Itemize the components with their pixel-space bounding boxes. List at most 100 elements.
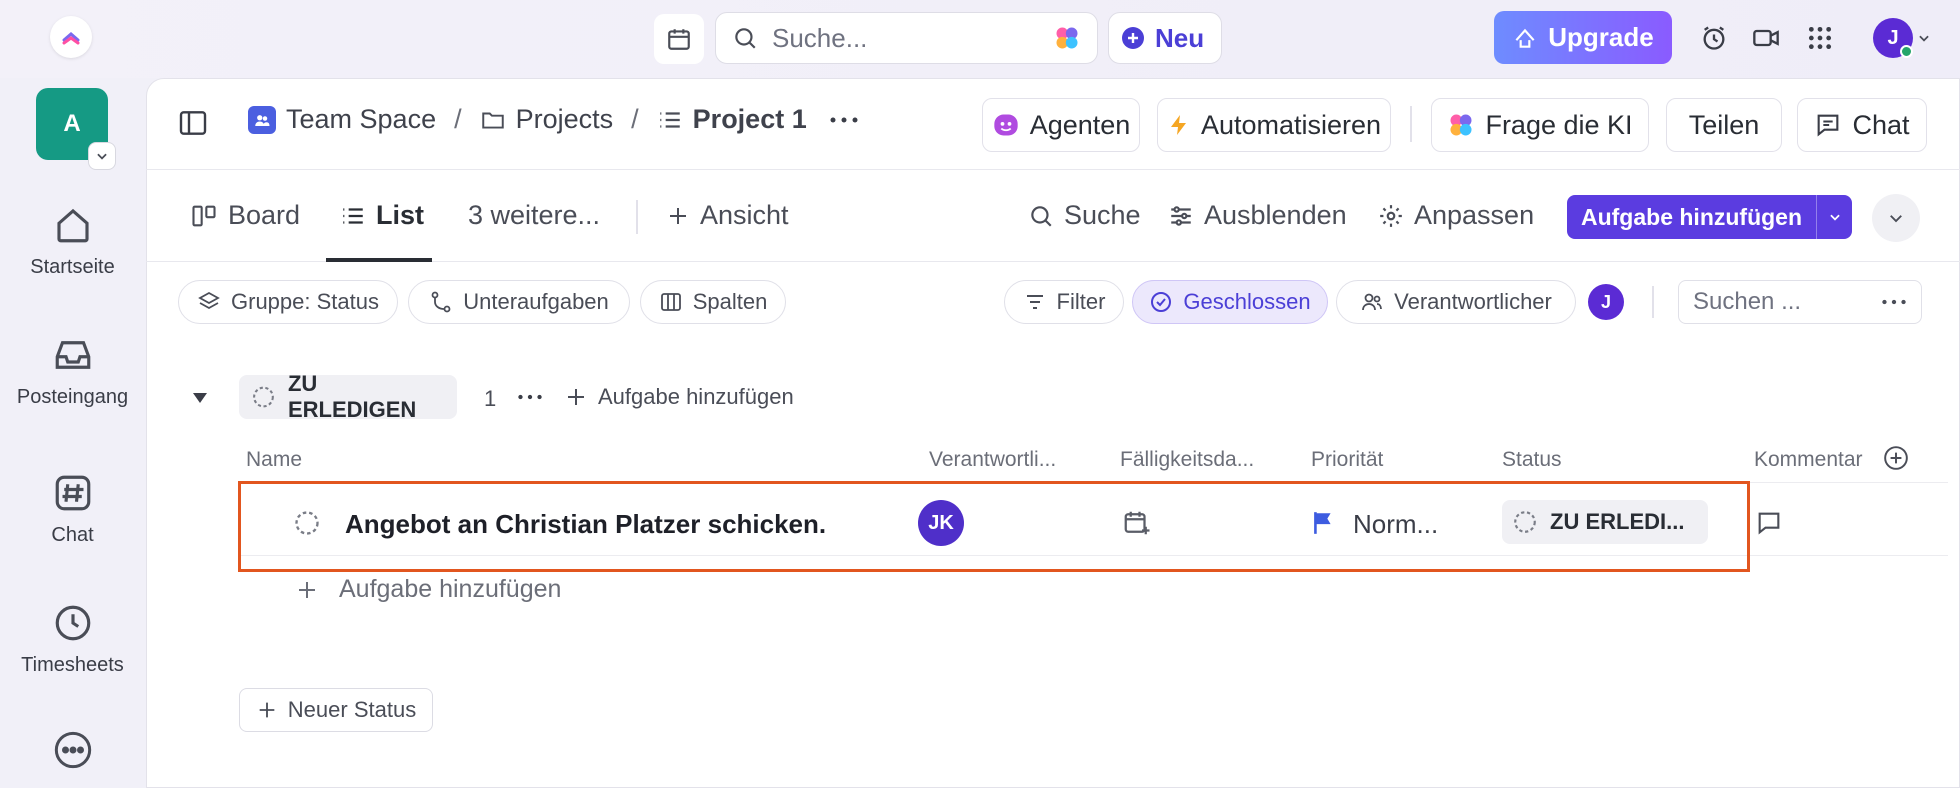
customize-button[interactable]: Anpassen xyxy=(1378,200,1534,231)
agents-label: Agenten xyxy=(1029,109,1131,140)
view-search-button[interactable]: Suche xyxy=(1028,200,1141,231)
collapse-toolbar-button[interactable] xyxy=(1872,194,1920,242)
automate-label: Automatisieren xyxy=(1200,109,1382,140)
tab-more-label: 3 weitere... xyxy=(468,200,601,230)
add-column-icon[interactable] xyxy=(1882,444,1910,472)
me-avatar-filter[interactable]: J xyxy=(1588,284,1624,320)
new-button[interactable]: Neu xyxy=(1108,12,1222,64)
online-status-dot xyxy=(1900,45,1913,58)
tab-board[interactable]: Board xyxy=(190,200,300,231)
add-task-dropdown[interactable] xyxy=(1816,195,1852,239)
apps-grid-icon[interactable] xyxy=(1802,20,1838,56)
agents-button[interactable]: Agenten xyxy=(982,98,1140,152)
hash-icon xyxy=(55,475,90,511)
breadcrumb-folder[interactable]: Projects xyxy=(516,104,614,135)
tab-list[interactable]: List xyxy=(340,200,424,231)
column-header-priority[interactable]: Priorität xyxy=(1311,448,1383,472)
automate-button[interactable]: Automatisieren xyxy=(1157,98,1391,152)
priority-flag-icon[interactable] xyxy=(1308,508,1338,538)
column-header-comments[interactable]: Kommentar xyxy=(1754,448,1866,472)
due-date-add-icon[interactable] xyxy=(1120,506,1154,540)
columns-chip[interactable]: Spalten xyxy=(640,280,786,324)
group-by-chip[interactable]: Gruppe: Status xyxy=(178,280,398,324)
share-button[interactable]: Teilen xyxy=(1666,98,1782,152)
sidebar-item-chat[interactable]: Chat xyxy=(0,472,145,547)
layers-icon xyxy=(198,291,220,310)
closed-chip[interactable]: Geschlossen xyxy=(1132,280,1328,324)
add-task-row[interactable]: Aufgabe hinzufügen xyxy=(295,575,561,604)
chat-label: Chat xyxy=(1852,109,1910,140)
plus-icon xyxy=(259,702,275,718)
task-priority[interactable]: Norm... xyxy=(1353,509,1438,540)
divider xyxy=(636,200,638,234)
alarm-icon[interactable] xyxy=(1696,20,1732,56)
subtask-icon xyxy=(431,291,451,313)
hide-button[interactable]: Ausblenden xyxy=(1168,200,1347,231)
breadcrumb-space[interactable]: Team Space xyxy=(286,104,436,135)
ask-ai-button[interactable]: Frage die KI xyxy=(1431,98,1649,152)
subtasks-chip[interactable]: Unteraufgaben xyxy=(408,280,630,324)
new-status-label: Neuer Status xyxy=(287,697,417,722)
sidebar-item-timesheets[interactable]: Timesheets xyxy=(0,602,145,677)
global-search[interactable]: Suche... xyxy=(715,12,1098,64)
task-status-toggle[interactable] xyxy=(292,508,322,538)
subtasks-label: Unteraufgaben xyxy=(463,289,609,314)
app-logo[interactable] xyxy=(50,16,92,58)
calendar-button[interactable] xyxy=(654,14,704,64)
task-status-label: ZU ERLEDI... xyxy=(1550,509,1685,534)
add-view-label: Ansicht xyxy=(700,200,789,230)
upgrade-label: Upgrade xyxy=(1548,22,1654,52)
chevron-down-icon[interactable] xyxy=(1916,30,1932,46)
workspace-switcher[interactable] xyxy=(88,142,116,170)
sidebar-toggle-icon[interactable] xyxy=(174,104,212,142)
divider xyxy=(1652,286,1654,318)
more-circle-icon xyxy=(54,731,91,769)
plus-icon xyxy=(299,581,315,598)
column-header-name[interactable]: Name xyxy=(246,448,302,472)
breadcrumb-separator: / xyxy=(454,104,462,134)
more-horizontal-icon[interactable] xyxy=(829,115,859,125)
group-add-task-label: Aufgabe hinzufügen xyxy=(598,384,794,409)
chat-button[interactable]: Chat xyxy=(1797,98,1927,152)
users-icon xyxy=(1362,293,1383,311)
status-todo-icon xyxy=(1514,511,1536,533)
more-horizontal-icon[interactable] xyxy=(1881,297,1907,307)
tab-more-views[interactable]: 3 weitere... xyxy=(468,200,600,231)
column-header-assignee[interactable]: Verantwortli... xyxy=(929,448,1056,472)
column-header-due-date[interactable]: Fälligkeitsda... xyxy=(1120,448,1254,472)
filter-chip[interactable]: Filter xyxy=(1004,280,1124,324)
group-add-task-button[interactable]: Aufgabe hinzufügen xyxy=(564,384,794,410)
add-task-button[interactable]: Aufgabe hinzufügen xyxy=(1567,195,1852,239)
tab-board-label: Board xyxy=(228,200,301,230)
share-label: Teilen xyxy=(1688,109,1760,140)
task-assignee-avatar[interactable]: JK xyxy=(918,500,964,546)
group-by-label: Gruppe: Status xyxy=(231,289,379,314)
group-status-label: ZU ERLEDIGEN xyxy=(287,371,417,422)
new-status-button[interactable]: Neuer Status xyxy=(239,688,433,732)
sidebar-item-inbox[interactable]: Posteingang xyxy=(0,334,145,409)
sidebar-more[interactable] xyxy=(0,730,145,770)
video-icon[interactable] xyxy=(1748,20,1784,56)
task-name[interactable]: Angebot an Christian Platzer schicken. xyxy=(345,509,826,540)
lightning-icon xyxy=(1170,115,1186,135)
task-status-pill[interactable]: ZU ERLEDI... xyxy=(1502,500,1708,544)
group-status-badge[interactable]: ZU ERLEDIGEN xyxy=(239,371,457,422)
home-icon xyxy=(56,208,89,243)
upgrade-button[interactable]: Upgrade xyxy=(1494,11,1672,64)
list-icon xyxy=(343,207,363,224)
column-header-status[interactable]: Status xyxy=(1502,448,1562,472)
group-more-icon[interactable] xyxy=(516,386,544,408)
comment-icon[interactable] xyxy=(1754,508,1784,538)
hide-label: Ausblenden xyxy=(1204,200,1347,230)
collapse-group-icon[interactable] xyxy=(188,388,212,408)
customize-label: Anpassen xyxy=(1414,200,1535,230)
search-icon xyxy=(1031,205,1052,227)
ai-sparkle-icon[interactable] xyxy=(1053,24,1081,52)
add-view-button[interactable]: Ansicht xyxy=(666,200,789,231)
columns-icon xyxy=(660,293,681,311)
list-search-input[interactable]: Suchen ... xyxy=(1678,280,1922,324)
breadcrumb-list[interactable]: Project 1 xyxy=(693,104,807,135)
new-button-label: Neu xyxy=(1155,22,1205,53)
sidebar-item-home[interactable]: Startseite xyxy=(0,204,145,279)
assignee-chip[interactable]: Verantwortlicher xyxy=(1336,280,1576,324)
